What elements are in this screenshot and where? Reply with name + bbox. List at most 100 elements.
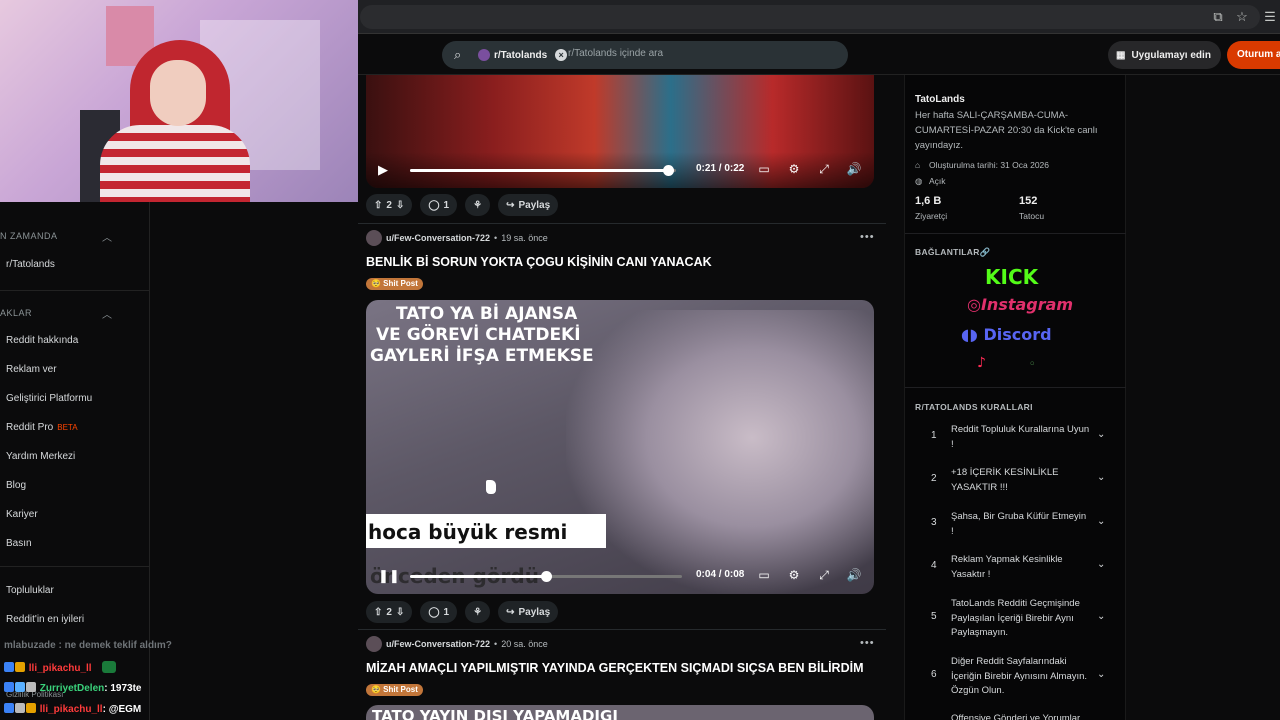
video-progress-bar[interactable] <box>410 571 682 582</box>
chevron-down-icon[interactable]: ⌄ <box>1097 516 1105 527</box>
sidebar-item-developer[interactable]: Geliştirici Platformu <box>6 393 92 404</box>
search-icon: ⌕ <box>454 47 462 62</box>
post-author[interactable]: u/Few-Conversation-722 <box>386 233 490 243</box>
more-options-icon[interactable]: ••• <box>860 637 875 649</box>
chevron-up-icon[interactable]: ︿ <box>102 306 113 321</box>
more-options-icon[interactable]: ••• <box>860 231 875 243</box>
video-progress-bar[interactable] <box>410 165 676 176</box>
chevron-down-icon[interactable]: ⌄ <box>1097 611 1105 622</box>
sidebar-item-press[interactable]: Basın <box>6 538 32 549</box>
sidebar-item-blog[interactable]: Blog <box>6 480 26 491</box>
get-app-button[interactable]: ▦ Uygulamayı edin <box>1108 41 1221 69</box>
rule-text: Reddit Topluluk Kurallarına Uyun ! <box>951 424 1090 450</box>
fullscreen-icon[interactable]: ⤢ <box>816 162 832 177</box>
share-button[interactable]: ↪ Paylaş <box>498 601 559 623</box>
discord-label: Discord <box>983 325 1052 344</box>
fullscreen-icon[interactable]: ⤢ <box>816 568 832 583</box>
post-flair[interactable]: 🥺 Shit Post <box>366 278 423 290</box>
post-video[interactable]: TATO YAYIN DIŞI YAPAMADIGI <box>366 705 874 720</box>
sidebar-item-tatolands[interactable]: r/Tatolands <box>6 259 55 270</box>
chevron-down-icon[interactable]: ⌄ <box>1097 429 1105 440</box>
sidebar-item-best-of[interactable]: Reddit'in en iyileri <box>6 614 84 625</box>
post-video[interactable]: ▶ 0:21 / 0:22 ▭ ⚙ ⤢ 🔊 <box>366 75 874 188</box>
sidebar-item-about[interactable]: Reddit hakkında <box>6 335 78 346</box>
login-button[interactable]: Oturum a <box>1227 41 1280 69</box>
volume-icon[interactable]: 🔊 <box>846 568 862 582</box>
award-icon: ⚘ <box>473 199 483 211</box>
scrubber-handle[interactable] <box>663 165 675 176</box>
badge-icon <box>4 662 14 672</box>
small-link-icon[interactable]: ◦ <box>1029 359 1035 370</box>
sidebar-item-communities[interactable]: Topluluklar <box>6 585 54 596</box>
video-caption-line: TATO YAYIN DIŞI YAPAMADIGI <box>372 707 618 720</box>
share-button[interactable]: ↪ Paylaş <box>498 194 559 216</box>
sidebar-item-reddit-pro[interactable]: Reddit Pro BETA <box>6 422 78 433</box>
video-caption-line: hoca büyük resmi <box>368 520 568 544</box>
meta-separator: • <box>494 233 498 243</box>
community-name: TatoLands <box>915 94 965 105</box>
menu-icon[interactable]: ☰ <box>1262 9 1278 25</box>
resources-section-header[interactable]: AKLAR ︿ <box>0 308 112 321</box>
address-bar[interactable] <box>360 5 1260 29</box>
downvote-icon[interactable]: ⇩ <box>396 200 404 211</box>
volume-icon[interactable]: 🔊 <box>846 162 862 176</box>
post-author[interactable]: u/Few-Conversation-722 <box>386 639 490 649</box>
sidebar-item-help[interactable]: Yardım Merkezi <box>6 451 75 462</box>
settings-gear-icon[interactable]: ⚙ <box>786 162 802 176</box>
play-icon[interactable]: ▶ <box>378 162 388 178</box>
post-meta: u/Few-Conversation-722 • 20 sa. önce <box>366 635 548 653</box>
pause-icon[interactable]: ❚❚ <box>378 568 400 584</box>
rule-text: Diğer Reddit Sayfalarındaki İçeriğin Bir… <box>951 656 1088 696</box>
search-bar[interactable]: ⌕ r/Tatolands × r/Tatolands içinde ara <box>442 41 848 69</box>
downvote-icon[interactable]: ⇩ <box>396 607 404 618</box>
scrubber-handle[interactable] <box>541 571 552 582</box>
rule-number: 4 <box>931 560 937 571</box>
rule-text: +18 İÇERİK KESİNLİKLE YASAKTIR !!! <box>951 467 1059 493</box>
clear-chip-icon[interactable]: × <box>555 49 568 61</box>
user-avatar[interactable] <box>366 230 382 246</box>
chevron-up-icon[interactable]: ︿ <box>102 229 113 244</box>
post-title[interactable]: BENLİK Bİ SORUN YOKTA ÇOGU KİŞİNİN CANI … <box>366 255 712 269</box>
comments-button[interactable]: ◯ 1 <box>420 601 458 623</box>
comments-button[interactable]: ◯ 1 <box>420 194 458 216</box>
post-age: 19 sa. önce <box>501 233 548 243</box>
chat-message: lli_pikachu_ll: @EGM <box>4 703 141 715</box>
user-avatar[interactable] <box>366 636 382 652</box>
chevron-down-icon[interactable]: ⌄ <box>1097 669 1105 680</box>
reddit-header: ⌕ r/Tatolands × r/Tatolands içinde ara ▦… <box>358 35 1280 75</box>
captions-icon[interactable]: ▭ <box>756 568 772 582</box>
sidebar-item-advertise[interactable]: Reklam ver <box>6 364 57 375</box>
rule-text: Şahsa, Bir Gruba Küfür Etmeyin ! <box>951 511 1087 537</box>
discord-icon: ◖◗ <box>961 325 978 344</box>
upvote-icon[interactable]: ⇧ <box>374 607 382 618</box>
instagram-link[interactable]: ◎Instagram <box>967 295 1073 314</box>
chevron-down-icon[interactable]: ⌄ <box>1097 559 1105 570</box>
post-video[interactable]: TATO YA Bİ AJANSA VE GÖREVİ CHATDEKİ GAY… <box>366 300 874 594</box>
settings-gear-icon[interactable]: ⚙ <box>786 568 802 582</box>
links-heading: BAĞLANTILAR🔗 <box>915 247 991 257</box>
kick-link[interactable]: KICK <box>985 265 1038 289</box>
award-button[interactable]: ⚘ <box>465 194 491 216</box>
recent-section-header[interactable]: N ZAMANDA ︿ <box>0 231 112 244</box>
streamer-webcam <box>0 0 358 202</box>
captions-icon[interactable]: ▭ <box>756 162 772 176</box>
award-icon: ⚘ <box>473 606 483 618</box>
install-app-icon[interactable]: ⧉ <box>1210 9 1226 25</box>
subreddit-search-chip[interactable]: r/Tatolands × <box>474 45 573 65</box>
bookmark-star-icon[interactable]: ☆ <box>1234 9 1250 25</box>
post-title[interactable]: MİZAH AMAÇLI YAPILMIŞTIR YAYINDA GERÇEKT… <box>366 661 864 675</box>
upvote-icon[interactable]: ⇧ <box>374 200 382 211</box>
rule-number: 3 <box>931 517 937 528</box>
screen: ⧉ ☆ ☰ ⌕ r/Tatolands × r/Tatolands içinde… <box>0 0 1280 720</box>
post-age: 20 sa. önce <box>501 639 548 649</box>
sidebar-item-careers[interactable]: Kariyer <box>6 509 38 520</box>
award-button[interactable]: ⚘ <box>465 601 491 623</box>
reddit-pro-label: Reddit Pro <box>6 422 54 433</box>
post-flair[interactable]: 🥺 Shit Post <box>366 684 423 696</box>
browser-toolbar: ⧉ ☆ ☰ <box>358 0 1280 34</box>
resources-section-label: AKLAR <box>0 308 33 318</box>
chevron-down-icon[interactable]: ⌄ <box>1097 472 1105 483</box>
discord-link[interactable]: ◖◗ Discord <box>961 325 1052 344</box>
tiktok-icon[interactable]: ♪ <box>977 355 986 371</box>
chat-message: ZurriyetDelen: 1973te <box>4 682 142 694</box>
